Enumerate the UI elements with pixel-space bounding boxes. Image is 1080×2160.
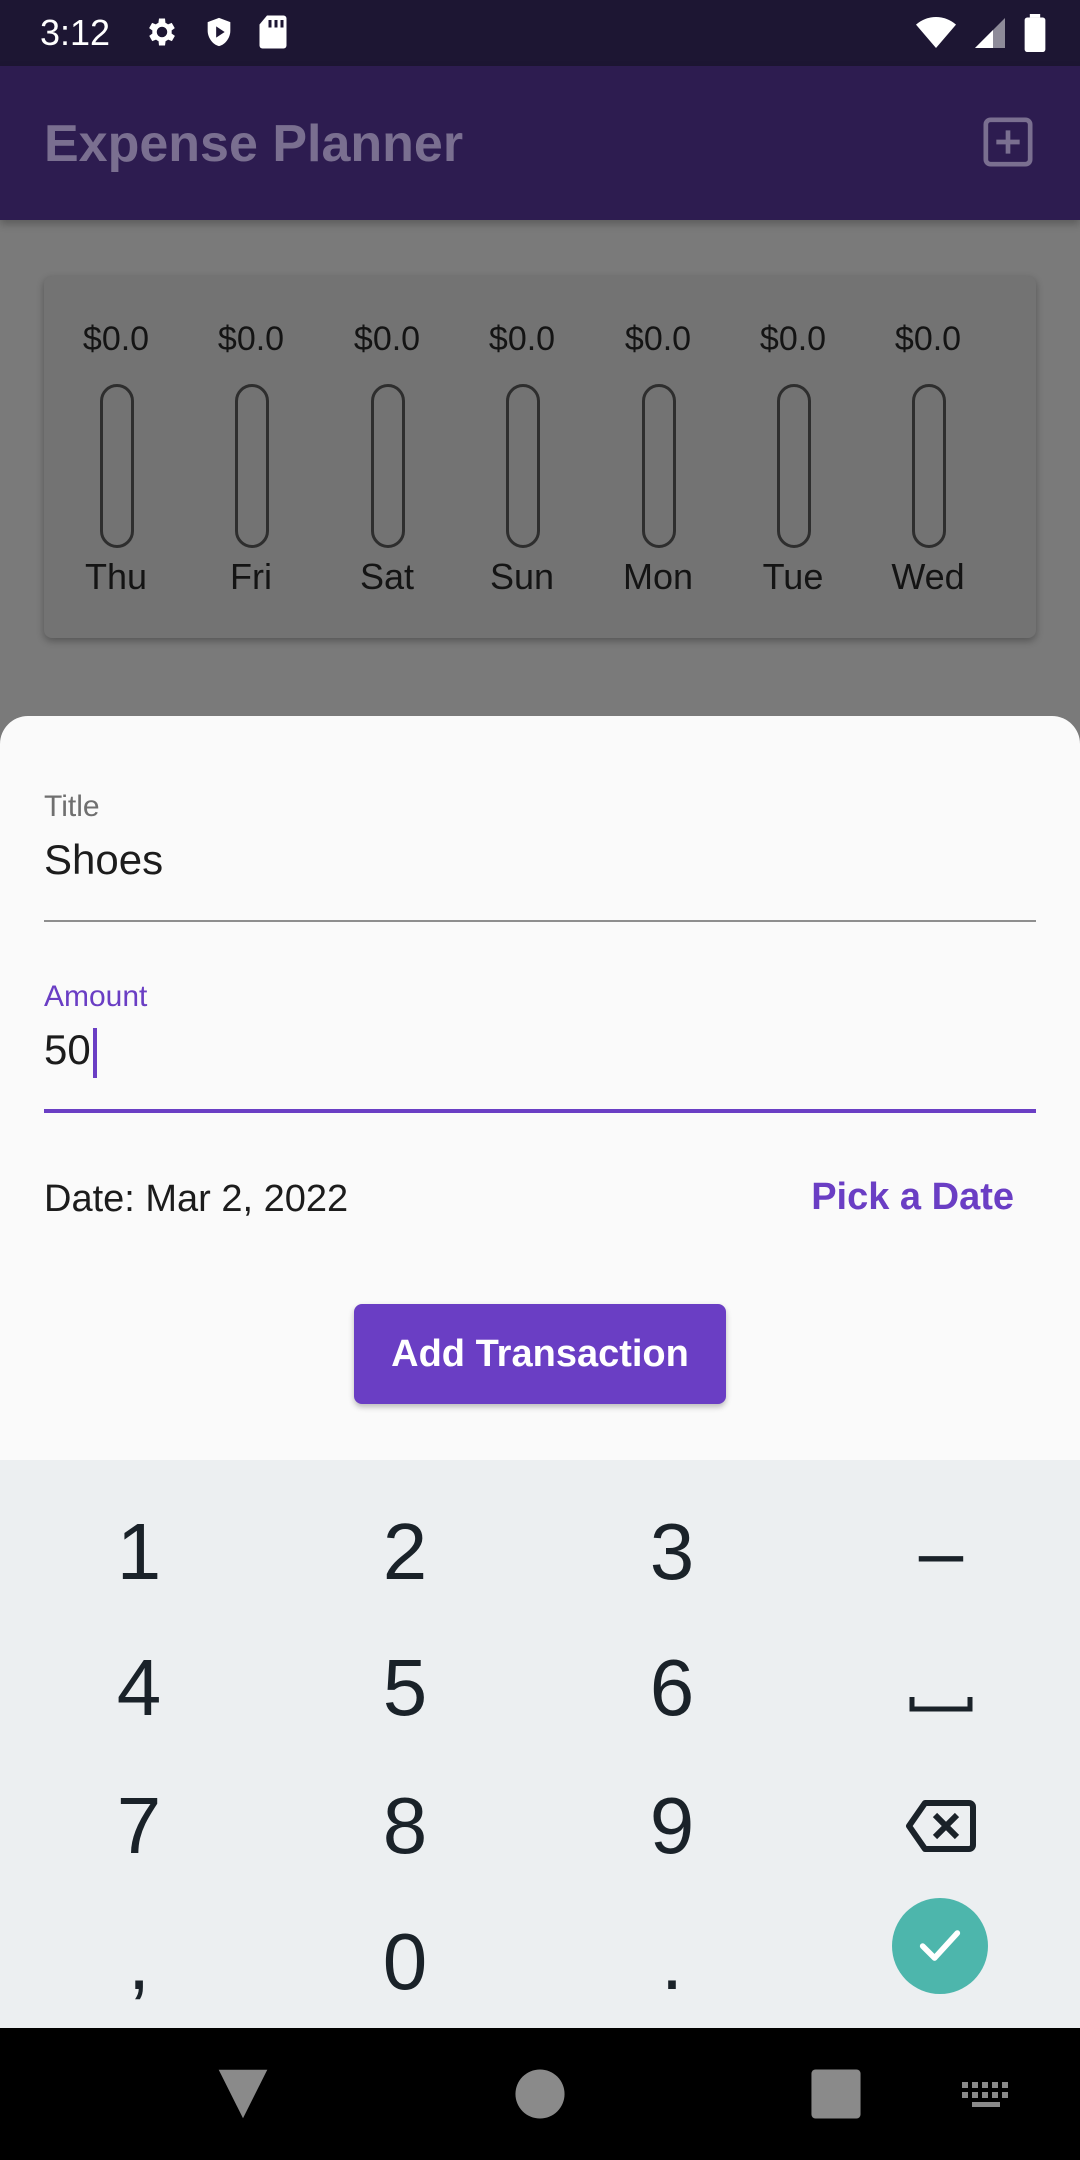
add-box-icon[interactable] xyxy=(980,114,1036,175)
text-cursor xyxy=(92,1027,97,1078)
bar-amount-label: $0.0 xyxy=(759,320,827,358)
recents-icon[interactable] xyxy=(808,2064,864,2127)
key-2[interactable]: 2 xyxy=(270,1484,540,1620)
bar-day-label: Sat xyxy=(359,556,415,597)
bar-track xyxy=(371,384,405,548)
home-icon[interactable] xyxy=(512,2064,568,2127)
selected-date-text: Date: Mar 2, 2022 xyxy=(44,1178,349,1220)
chart-bar-column: $0.0 Fri xyxy=(191,320,311,600)
add-transaction-button[interactable]: Add Transaction xyxy=(354,1304,726,1404)
bar-day-label: Sun xyxy=(489,556,555,597)
key-3[interactable]: 3 xyxy=(537,1484,807,1620)
bar-amount-label: $0.0 xyxy=(353,320,421,358)
shield-icon xyxy=(202,14,236,50)
status-time: 3:12 xyxy=(40,12,111,53)
title-field[interactable]: Title Shoes xyxy=(44,790,1036,924)
chart-bar-column: $0.0 Mon xyxy=(598,320,718,600)
bar-track xyxy=(777,384,811,548)
amount-field-underline xyxy=(44,1109,1036,1113)
chart-bar-column: $0.0 Sun xyxy=(462,320,582,600)
bar-amount-label: $0.0 xyxy=(624,320,692,358)
bar-track xyxy=(642,384,676,548)
weekly-chart-card: $0.0 Thu $0.0 Fri $0.0 Sat $0.0 Sun $0.0… xyxy=(44,276,1036,638)
status-bar: 3:12 xyxy=(0,0,1080,66)
amount-field-value: 50 xyxy=(44,1026,91,1073)
chart-bar-column: $0.0 Wed xyxy=(868,320,988,600)
title-field-underline xyxy=(44,920,1036,922)
key-7[interactable]: 7 xyxy=(4,1758,274,1894)
bar-amount-label: $0.0 xyxy=(488,320,556,358)
bar-amount-label: $0.0 xyxy=(217,320,285,358)
backspace-icon xyxy=(905,1780,977,1872)
settings-icon xyxy=(144,14,180,50)
bar-amount-label: $0.0 xyxy=(894,320,962,358)
bar-track xyxy=(506,384,540,548)
key-5[interactable]: 5 xyxy=(270,1620,540,1756)
key-comma[interactable]: , xyxy=(4,1894,274,2030)
key-space[interactable] xyxy=(806,1620,1076,1756)
check-icon xyxy=(914,1919,966,1974)
sd-card-icon xyxy=(258,14,288,50)
chart-bar-column: $0.0 Thu xyxy=(56,320,176,600)
bar-day-label: Wed xyxy=(891,556,965,597)
chart-bar-column: $0.0 Sat xyxy=(327,320,447,600)
key-dash[interactable]: – xyxy=(806,1484,1076,1620)
key-1[interactable]: 1 xyxy=(4,1484,274,1620)
key-0[interactable]: 0 xyxy=(270,1894,540,2030)
pick-date-button[interactable]: Pick a Date xyxy=(811,1176,1014,1219)
bar-day-label: Tue xyxy=(762,556,824,597)
navigation-bar xyxy=(0,2028,1080,2160)
space-icon xyxy=(909,1642,973,1734)
amount-field[interactable]: Amount 50 xyxy=(44,980,1036,1114)
key-period[interactable]: . xyxy=(537,1894,807,2030)
key-done[interactable] xyxy=(892,1898,988,1994)
bar-track xyxy=(235,384,269,548)
bar-amount-label: $0.0 xyxy=(82,320,150,358)
signal-icon xyxy=(972,15,1008,51)
title-field-value[interactable]: Shoes xyxy=(44,836,1036,884)
bar-track xyxy=(912,384,946,548)
key-backspace[interactable] xyxy=(806,1758,1076,1894)
keyboard-switch-icon[interactable] xyxy=(958,2064,1014,2127)
bar-day-label: Mon xyxy=(622,556,694,597)
amount-field-label: Amount xyxy=(44,980,148,1013)
key-6[interactable]: 6 xyxy=(537,1620,807,1756)
battery-icon xyxy=(1024,14,1046,52)
back-icon[interactable] xyxy=(216,2064,270,2127)
app-title: Expense Planner xyxy=(44,115,464,173)
bar-track xyxy=(100,384,134,548)
key-9[interactable]: 9 xyxy=(537,1758,807,1894)
key-8[interactable]: 8 xyxy=(270,1758,540,1894)
bar-day-label: Fri xyxy=(230,556,272,597)
key-4[interactable]: 4 xyxy=(4,1620,274,1756)
title-field-label: Title xyxy=(44,790,100,823)
app-bar: Expense Planner xyxy=(0,66,1080,220)
amount-field-input[interactable]: 50 xyxy=(44,1026,1036,1078)
wifi-icon xyxy=(916,15,956,51)
chart-bar-column: $0.0 Tue xyxy=(733,320,853,600)
bar-day-label: Thu xyxy=(84,556,148,597)
